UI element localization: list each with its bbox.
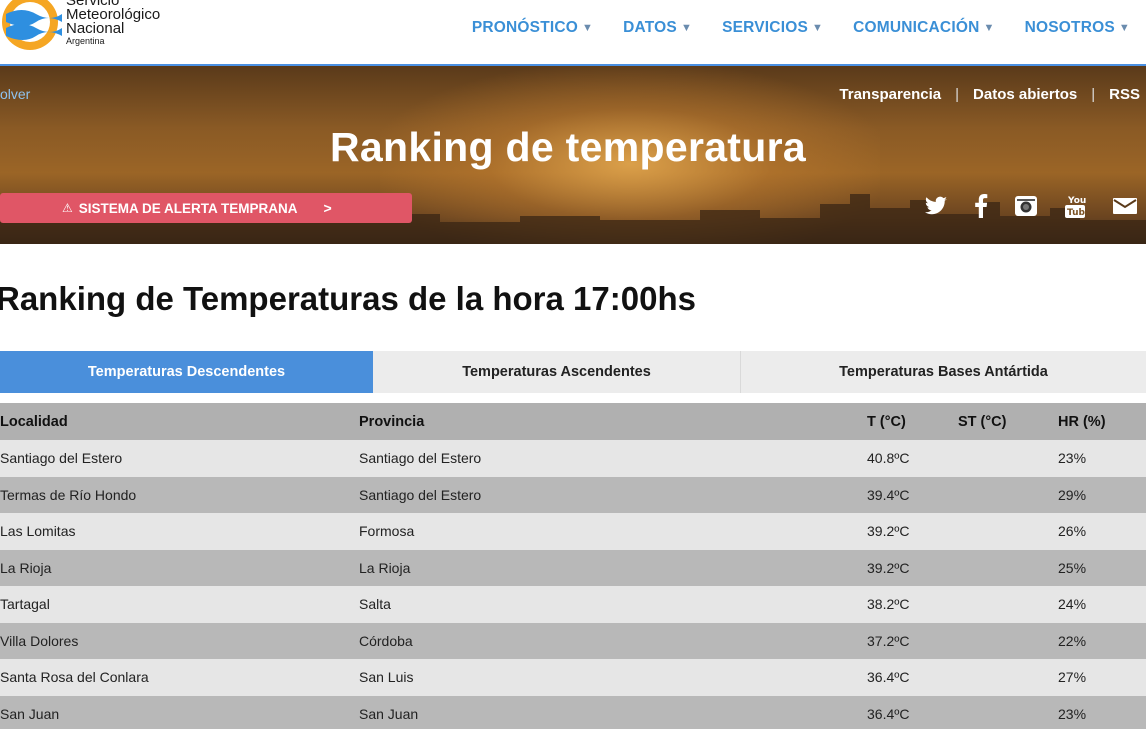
- cell-localidad: La Rioja: [0, 559, 52, 576]
- cell-temperatura: 36.4ºC: [867, 669, 910, 686]
- youtube-icon[interactable]: You Tube: [1064, 193, 1091, 224]
- chevron-down-icon: ▼: [983, 22, 995, 34]
- cell-humedad: 29%: [1058, 486, 1087, 503]
- link-datos-abiertos[interactable]: Datos abiertos: [973, 86, 1077, 103]
- header-provincia[interactable]: Provincia: [359, 414, 424, 430]
- page-title: Ranking de Temperaturas de la hora 17:00…: [0, 280, 696, 317]
- cell-temperatura: 37.2ºC: [867, 632, 910, 649]
- table-row: La Rioja La Rioja 39.2ºC 25%: [0, 549, 1146, 586]
- header-localidad[interactable]: Localidad: [0, 414, 68, 430]
- main-nav: PRONÓSTICO ▼ DATOS ▼ SERVICIOS ▼ COMUNICACI…: [472, 19, 1130, 37]
- nav-pronostico[interactable]: PRONÓSTICO ▼: [472, 19, 593, 37]
- cell-provincia: Santiago del Estero: [359, 450, 482, 467]
- cell-humedad: 25%: [1058, 559, 1087, 576]
- social-links: You Tube: [924, 193, 1138, 224]
- link-rss[interactable]: RSS: [1109, 86, 1140, 103]
- cell-provincia: Córdoba: [359, 632, 413, 649]
- table-row: Santiago del Estero Santiago del Estero 40…: [0, 440, 1146, 477]
- header-humedad[interactable]: HR (%): [1058, 414, 1106, 430]
- ranking-table: Localidad Provincia T (°C) ST (°C) HR (%…: [0, 403, 1146, 729]
- instagram-icon[interactable]: [1014, 194, 1038, 223]
- chevron-down-icon: ▼: [680, 22, 693, 34]
- brand-line-4: Argentina: [66, 36, 105, 46]
- cell-localidad: Villa Dolores: [0, 632, 79, 649]
- tab-descendentes[interactable]: Temperaturas Descendentes: [0, 351, 373, 393]
- hero-banner: olver Transparencia | Datos abiertos | R…: [0, 66, 1146, 244]
- ranking-tabs: Temperaturas Descendentes Temperaturas A…: [0, 351, 1146, 393]
- table-row: Las Lomitas Formosa 39.2ºC 26%: [0, 513, 1146, 550]
- chevron-down-icon: ▼: [812, 22, 824, 34]
- header-sensacion-termica[interactable]: ST (°C): [958, 414, 1006, 430]
- table-row: Santa Rosa del Conlara San Luis 36.4ºC 27%: [0, 659, 1146, 696]
- svg-text:You: You: [1067, 196, 1086, 206]
- table-row: Tartagal Salta 38.2ºC 24%: [0, 586, 1146, 623]
- nav-nosotros-label: NOSOTROS: [1024, 19, 1115, 36]
- twitter-icon[interactable]: [924, 196, 948, 221]
- top-navbar: Servicio Meteorológico Nacional Argentin…: [0, 0, 1146, 66]
- cell-provincia: San Luis: [359, 669, 414, 686]
- cell-temperatura: 39.2ºC: [867, 559, 910, 576]
- cell-localidad: Tartagal: [0, 596, 50, 613]
- link-separator: |: [1091, 86, 1096, 103]
- nav-pronostico-label: PRONÓSTICO: [471, 19, 579, 36]
- cell-humedad: 27%: [1058, 669, 1087, 686]
- header-links: Transparencia | Datos abiertos | RSS: [839, 86, 1140, 103]
- nav-nosotros[interactable]: NOSOTROS ▼: [1025, 19, 1130, 37]
- nav-comunicacion-label: COMUNICACIÓN: [853, 19, 980, 36]
- cell-provincia: Santiago del Estero: [359, 486, 482, 503]
- email-icon[interactable]: [1112, 196, 1138, 221]
- chevron-right-icon: >: [323, 200, 332, 216]
- link-separator: |: [955, 86, 960, 103]
- cell-humedad: 24%: [1058, 596, 1087, 613]
- cell-temperatura: 39.2ºC: [867, 523, 910, 540]
- tab-bases-antartida[interactable]: Temperaturas Bases Antártida: [741, 351, 1146, 393]
- svg-text:Tube: Tube: [1067, 208, 1086, 218]
- nav-comunicacion[interactable]: COMUNICACIÓN ▼: [853, 19, 995, 37]
- table-header: Localidad Provincia T (°C) ST (°C) HR (%…: [0, 403, 1146, 440]
- cell-provincia: Salta: [359, 596, 391, 613]
- cell-humedad: 23%: [1058, 450, 1087, 467]
- chevron-down-icon: ▼: [582, 22, 594, 34]
- brand-text: Servicio Meteorológico Nacional Argentin…: [66, 0, 160, 46]
- cell-humedad: 23%: [1058, 705, 1087, 722]
- cell-localidad: San Juan: [0, 705, 60, 722]
- back-link[interactable]: olver: [0, 86, 30, 102]
- nav-datos[interactable]: DATOS ▼: [623, 19, 692, 37]
- nav-servicios-label: SERVICIOS: [722, 19, 808, 36]
- cell-localidad: Termas de Río Hondo: [0, 486, 137, 503]
- cell-provincia: San Juan: [359, 705, 419, 722]
- chevron-down-icon: ▼: [1118, 22, 1130, 34]
- brand-line-3: Nacional: [66, 20, 125, 37]
- header-temperatura[interactable]: T (°C): [867, 414, 906, 430]
- alert-system-label: SISTEMA DE ALERTA TEMPRANA: [78, 200, 298, 216]
- smn-logo[interactable]: [0, 0, 64, 52]
- tab-ascendentes[interactable]: Temperaturas Ascendentes: [373, 351, 741, 393]
- table-body: Santiago del Estero Santiago del Estero 40…: [0, 440, 1146, 729]
- hero-title: Ranking de temperatura: [330, 124, 806, 170]
- table-row: Villa Dolores Córdoba 37.2ºC 22%: [0, 622, 1146, 659]
- nav-servicios[interactable]: SERVICIOS ▼: [722, 19, 823, 37]
- table-row: Termas de Río Hondo Santiago del Estero 39…: [0, 476, 1146, 513]
- cell-humedad: 22%: [1058, 632, 1087, 649]
- alert-system-button[interactable]: ⚠ SISTEMA DE ALERTA TEMPRANA >: [0, 193, 412, 223]
- nav-datos-label: DATOS: [623, 19, 677, 36]
- cell-temperatura: 38.2ºC: [867, 596, 910, 613]
- cell-temperatura: 39.4ºC: [867, 486, 910, 503]
- facebook-icon[interactable]: [974, 194, 988, 223]
- cell-provincia: La Rioja: [359, 559, 411, 576]
- link-transparencia[interactable]: Transparencia: [839, 86, 941, 103]
- cell-temperatura: 36.4ºC: [867, 705, 910, 722]
- cell-localidad: Santa Rosa del Conlara: [0, 669, 149, 686]
- cell-localidad: Santiago del Estero: [0, 450, 123, 467]
- cell-humedad: 26%: [1058, 523, 1087, 540]
- warning-icon: ⚠: [62, 201, 73, 215]
- cell-provincia: Formosa: [359, 523, 415, 540]
- table-row: San Juan San Juan 36.4ºC 23%: [0, 695, 1146, 729]
- cell-localidad: Las Lomitas: [0, 523, 76, 540]
- cell-temperatura: 40.8ºC: [867, 450, 910, 467]
